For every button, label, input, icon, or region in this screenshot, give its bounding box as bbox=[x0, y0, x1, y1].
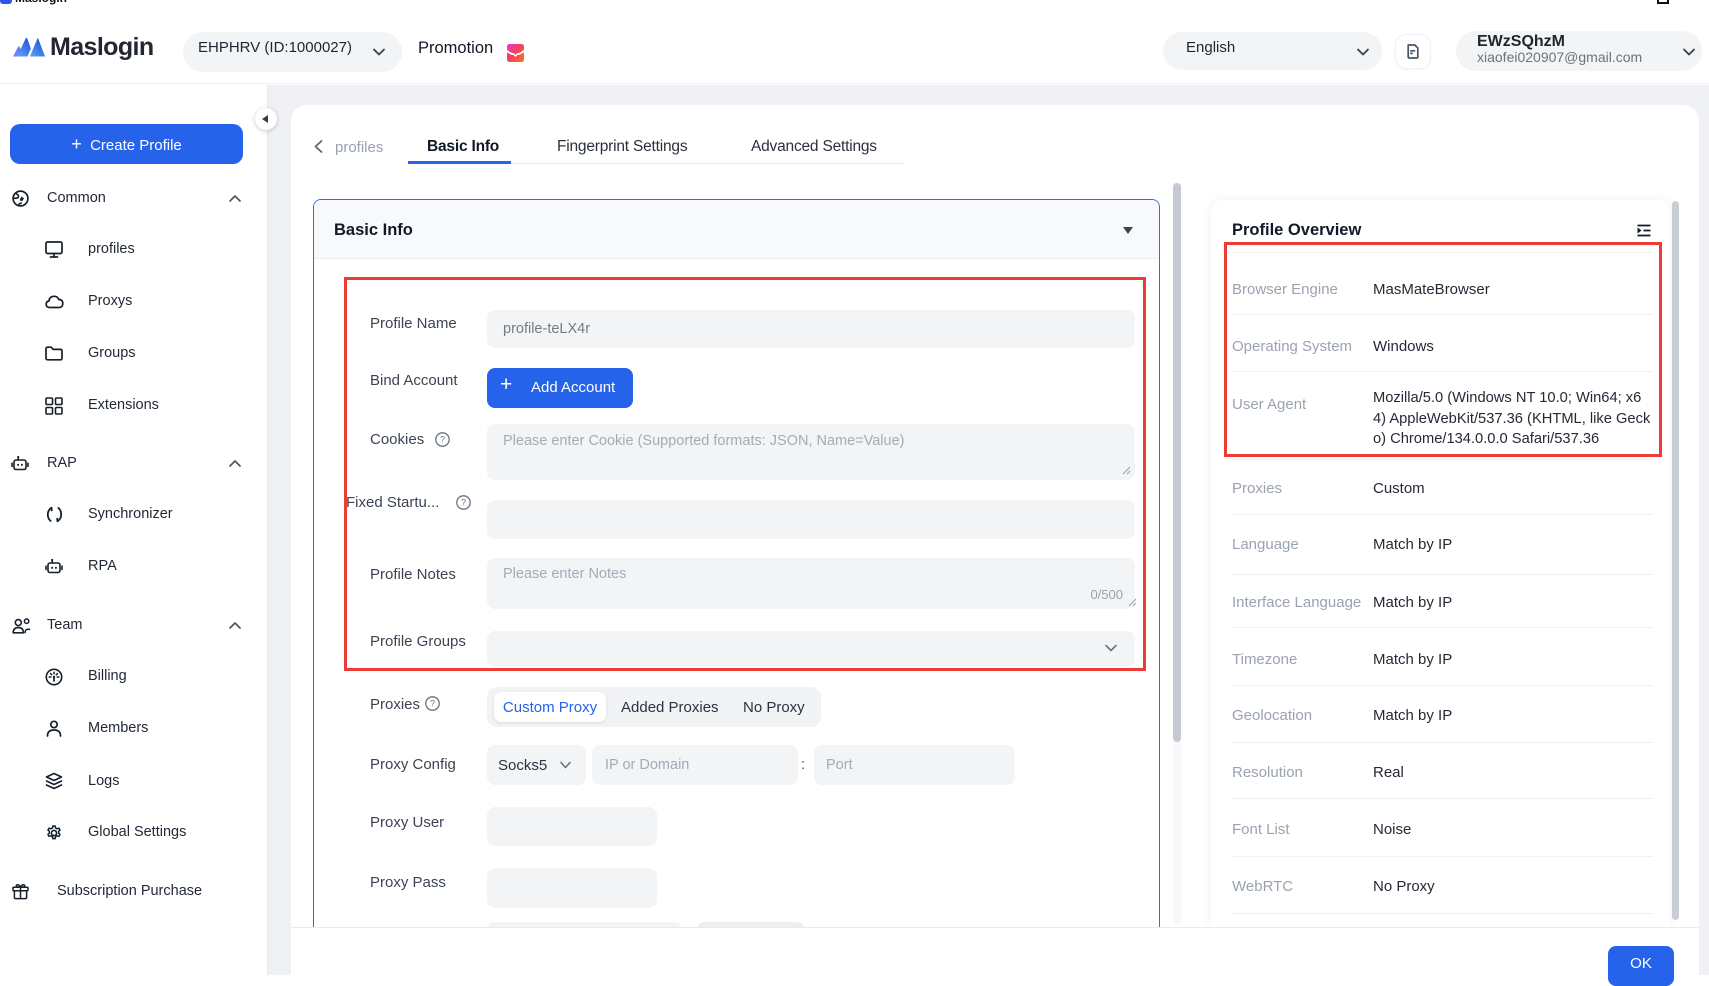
svg-text:?: ? bbox=[440, 435, 445, 445]
svg-text:?: ? bbox=[461, 498, 466, 508]
svg-text:?: ? bbox=[430, 699, 435, 709]
